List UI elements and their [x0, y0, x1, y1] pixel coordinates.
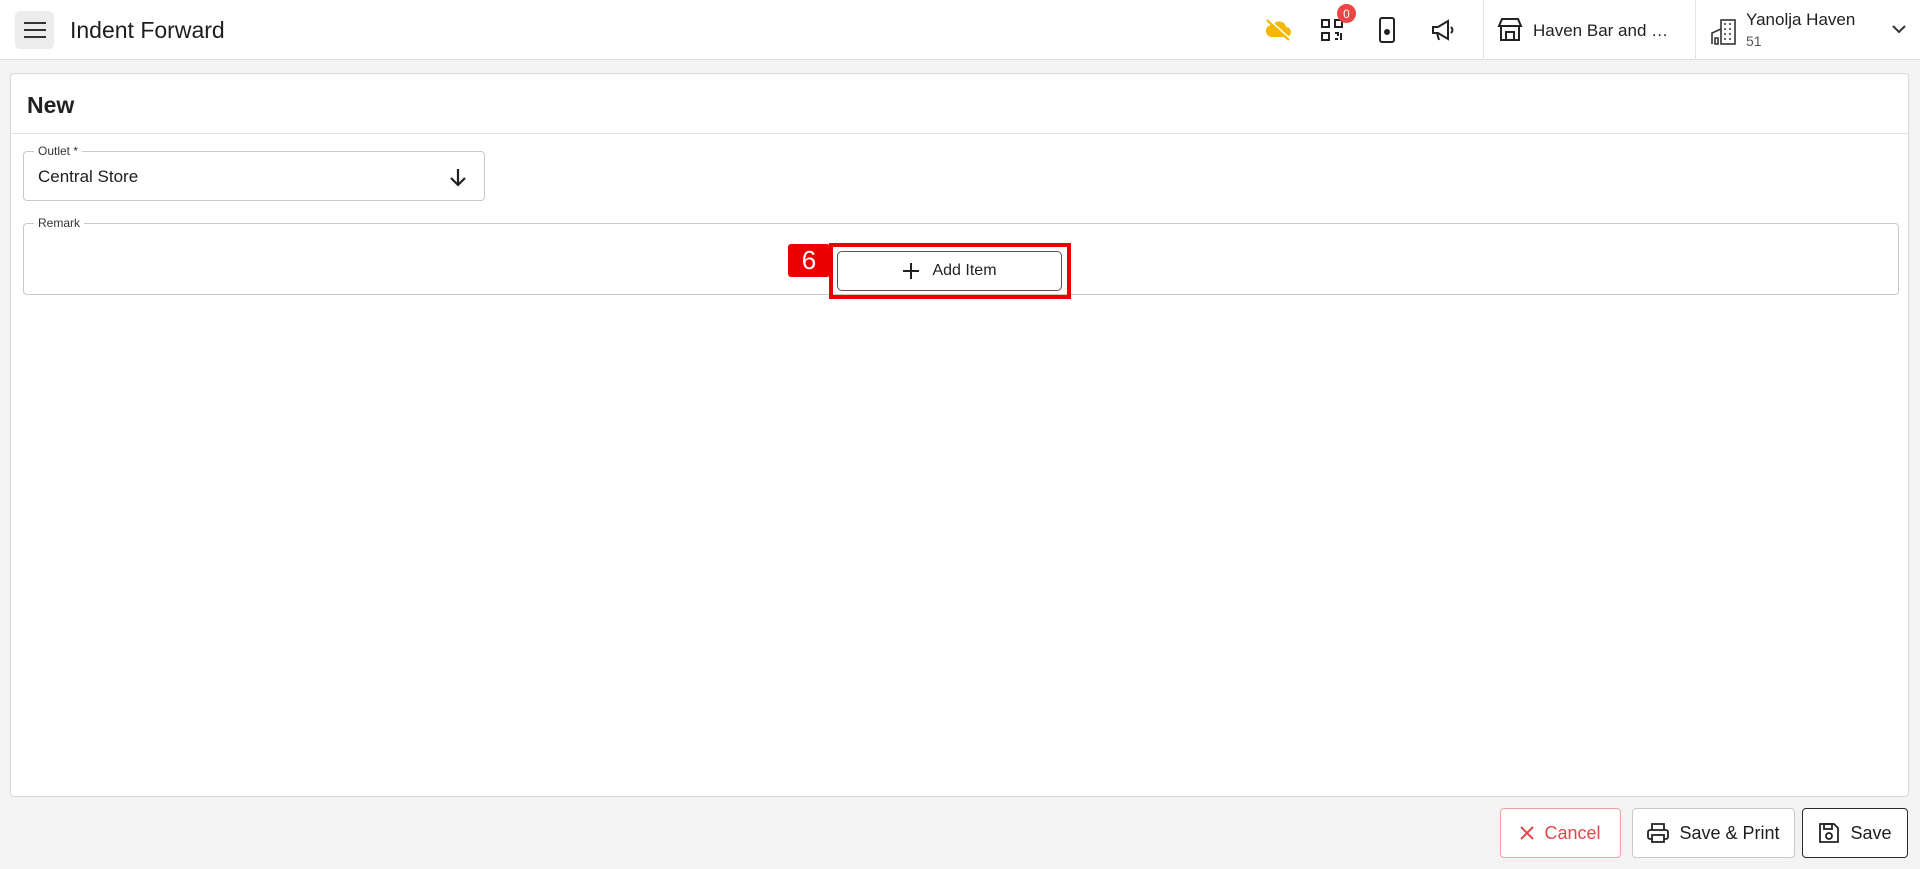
- add-item-label: Add Item: [932, 262, 997, 279]
- menu-icon: [23, 22, 46, 38]
- outlet-dropdown[interactable]: Outlet * Central Store: [23, 144, 485, 201]
- qr-code-icon: [1321, 19, 1343, 41]
- cancel-button[interactable]: Cancel: [1500, 808, 1621, 858]
- top-bar: Indent Forward 0 Haven Bar and Re Yanolj…: [0, 0, 1920, 60]
- printer-icon: [1647, 823, 1670, 843]
- mobile-icon: [1379, 17, 1395, 43]
- cloud-off-icon: [1265, 18, 1291, 41]
- qr-badge: 0: [1337, 4, 1356, 23]
- step-number-badge: 6: [788, 244, 830, 277]
- announcements-button[interactable]: [1427, 14, 1459, 46]
- cancel-label: Cancel: [1544, 822, 1601, 843]
- app-title: Indent Forward: [70, 17, 225, 43]
- menu-button[interactable]: [15, 11, 54, 49]
- user-id: 51: [1746, 33, 1762, 49]
- arrow-down-icon: [450, 169, 466, 187]
- close-icon: [1520, 826, 1535, 840]
- outlet-label: Outlet *: [34, 144, 83, 158]
- store-icon: [1497, 18, 1523, 41]
- qr-code-button[interactable]: 0: [1316, 4, 1356, 46]
- card-header: New: [11, 74, 1908, 134]
- save-print-label: Save & Print: [1679, 822, 1780, 843]
- outlet-selector[interactable]: Haven Bar and Restaurant: [1497, 14, 1675, 46]
- plus-icon: [903, 263, 920, 279]
- divider: [1695, 0, 1696, 60]
- chevron-down-icon: [1892, 25, 1906, 34]
- user-name: Yanolja Haven: [1746, 10, 1856, 29]
- building-icon: [1711, 19, 1736, 45]
- form-title: New: [27, 92, 75, 118]
- mobile-button[interactable]: [1371, 14, 1403, 46]
- outlet-name: Haven Bar and Restaurant: [1533, 21, 1675, 40]
- remark-label: Remark: [34, 216, 85, 230]
- save-print-button[interactable]: Save & Print: [1632, 808, 1795, 858]
- sync-status-button[interactable]: [1262, 14, 1294, 46]
- save-icon: [1819, 823, 1840, 843]
- outlet-value: Central Store: [38, 167, 139, 186]
- save-label: Save: [1850, 822, 1892, 843]
- user-selector[interactable]: Yanolja Haven 51: [1708, 6, 1908, 54]
- divider: [1483, 0, 1484, 60]
- add-item-button[interactable]: Add Item: [837, 251, 1062, 291]
- indent-form-card: New Outlet * Central Store Remark: [10, 73, 1909, 797]
- save-button[interactable]: Save: [1802, 808, 1908, 858]
- megaphone-icon: [1432, 19, 1454, 41]
